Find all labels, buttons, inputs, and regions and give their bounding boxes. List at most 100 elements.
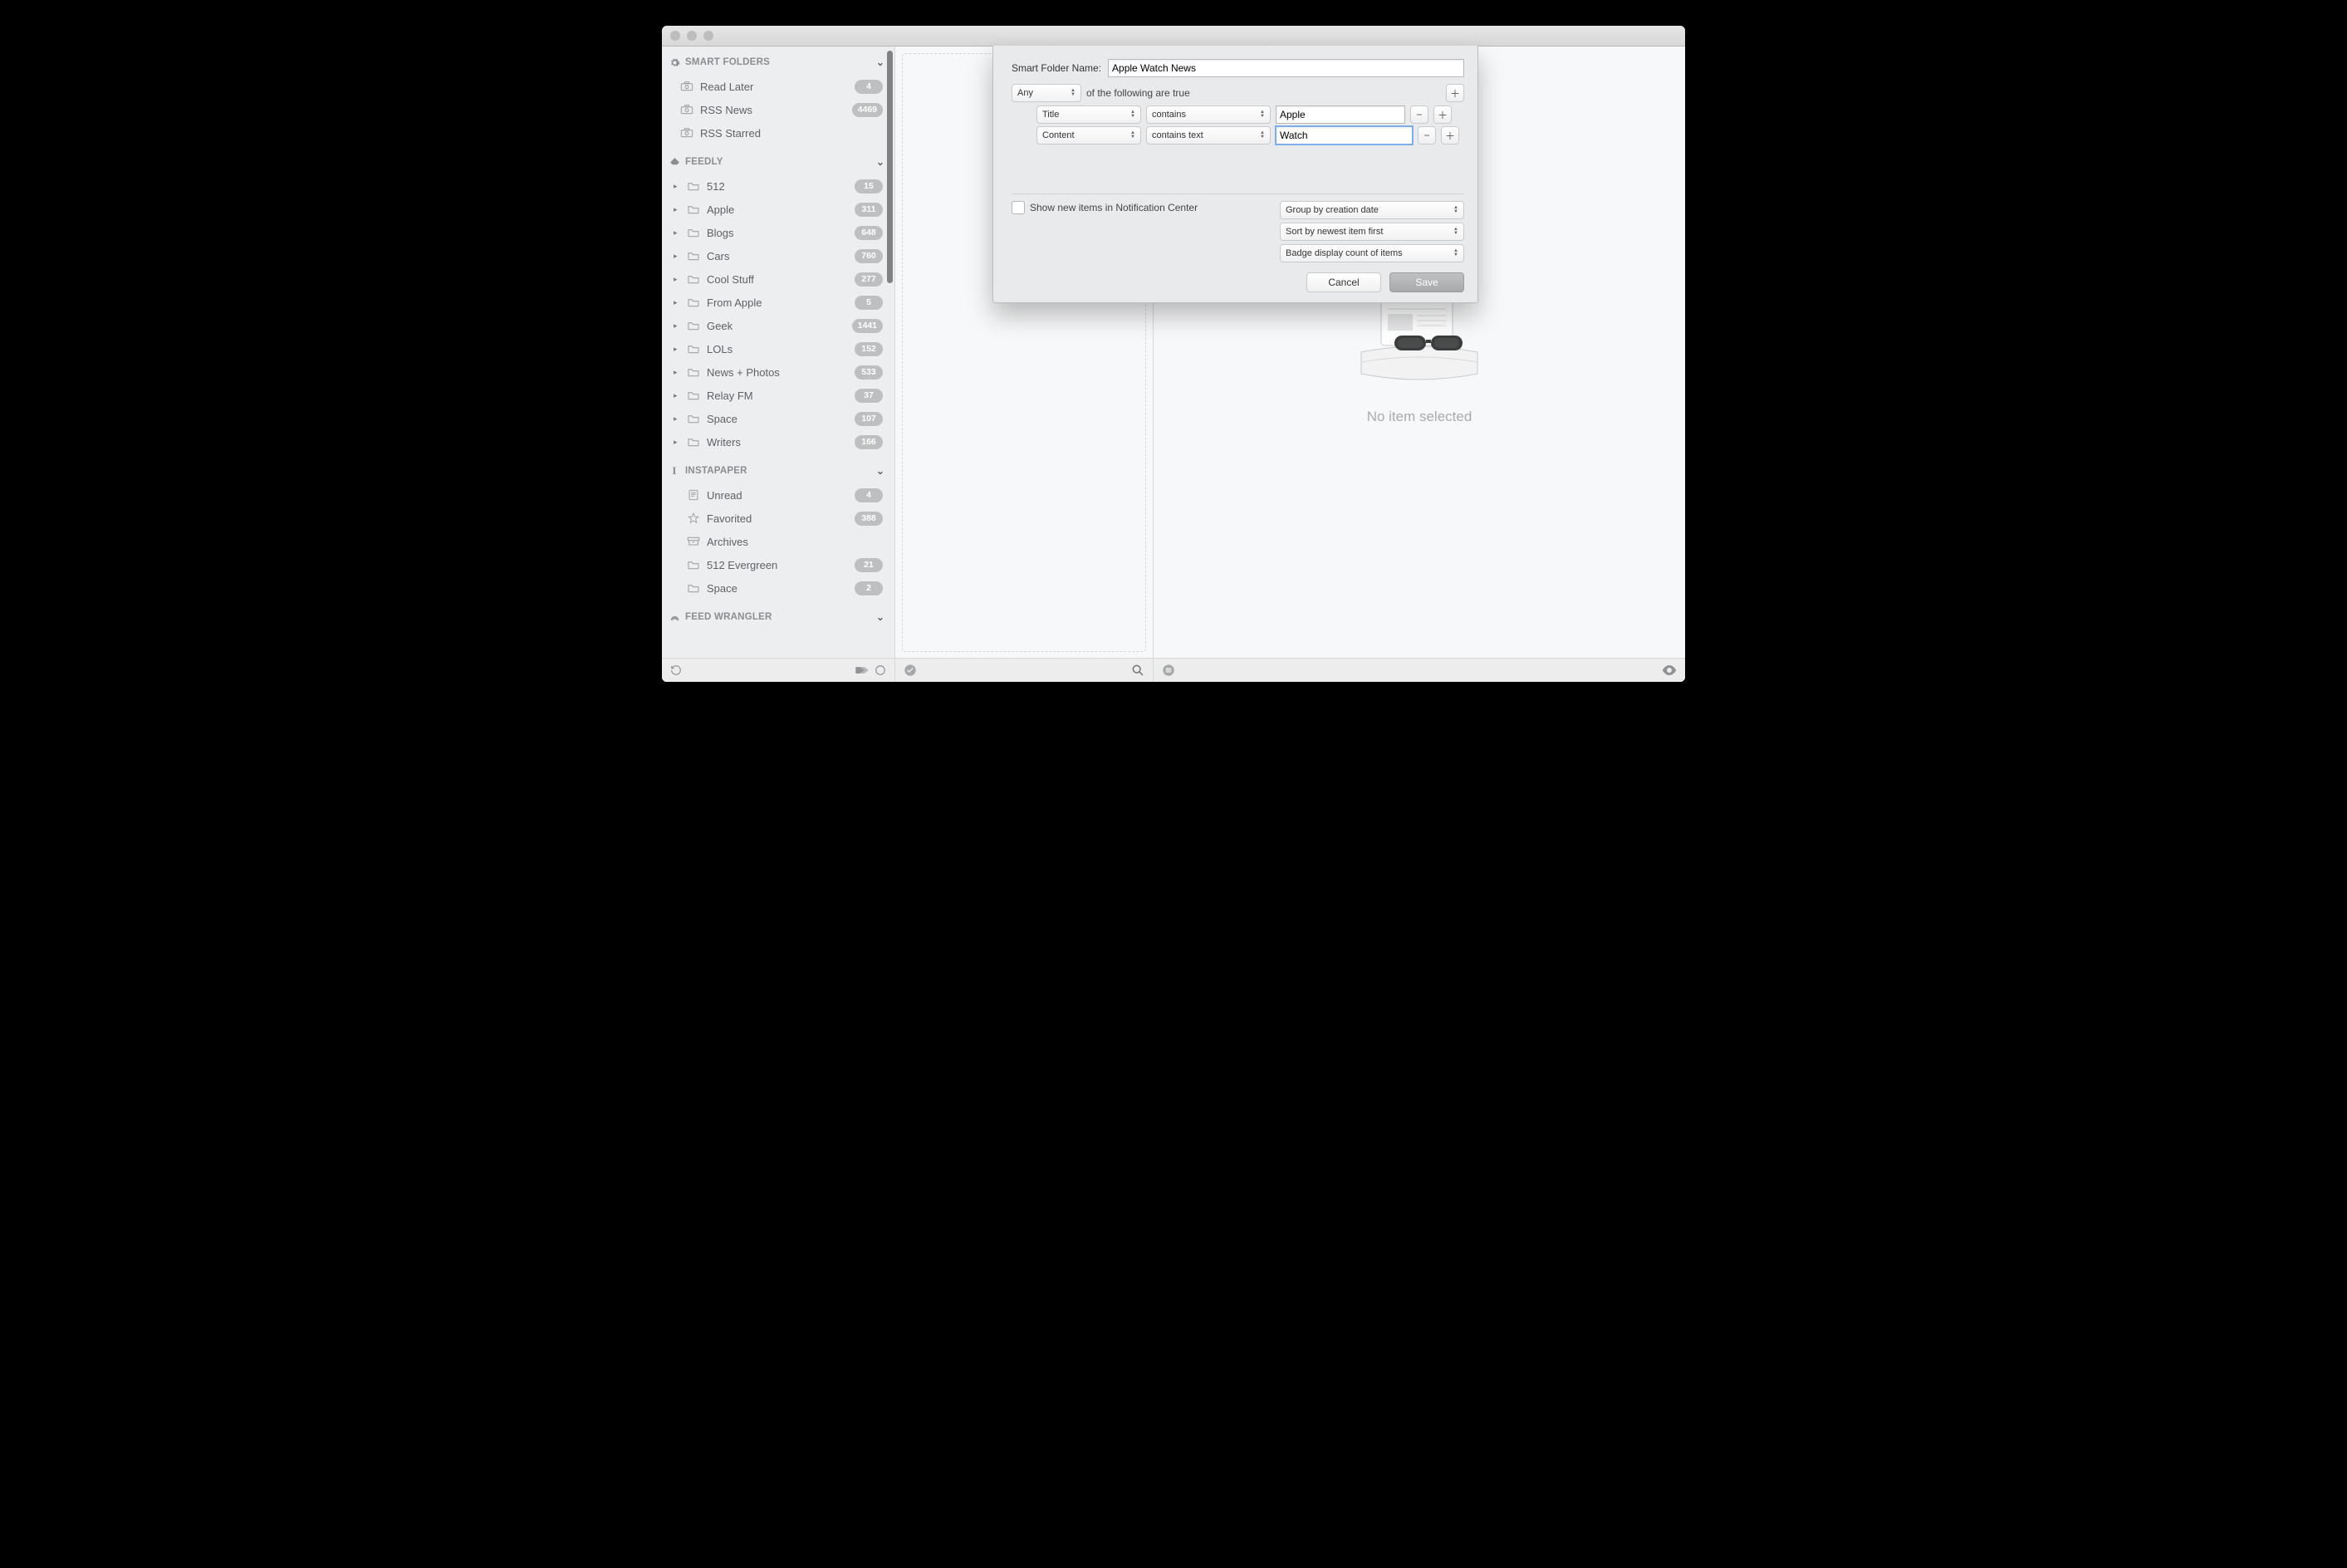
sidebar-item[interactable]: ▸Space2	[662, 576, 894, 600]
save-button[interactable]: Save	[1389, 272, 1464, 292]
rule-op-select[interactable]: contains▲▼	[1146, 105, 1271, 124]
disclosure-triangle-icon[interactable]: ▸	[674, 182, 680, 191]
sidebar-item[interactable]: ▸512 Evergreen21	[662, 553, 894, 576]
folder-icon	[687, 436, 700, 448]
sidebar-item[interactable]: ▸ Cars 760	[662, 244, 894, 267]
circle-icon[interactable]	[875, 664, 886, 676]
match-mode-select[interactable]: Any ▲▼	[1012, 84, 1081, 102]
sidebar-item[interactable]: ▸51215	[662, 174, 894, 198]
section-title: FEEDLY	[685, 157, 875, 167]
rule-value-input[interactable]	[1276, 105, 1405, 124]
chevron-down-icon[interactable]: ⌄	[875, 56, 886, 68]
folder-icon	[687, 320, 700, 331]
sidebar-item[interactable]: ▸Space107	[662, 407, 894, 430]
rule-value-input[interactable]	[1276, 126, 1413, 145]
sidebar-item-label: 512	[707, 180, 848, 193]
folder-icon	[687, 227, 700, 238]
group-by-select[interactable]: Group by creation date▲▼	[1280, 201, 1464, 219]
eye-icon[interactable]	[1662, 664, 1677, 676]
disclosure-triangle-icon[interactable]: ▸	[674, 252, 680, 261]
ip-unread-icon	[687, 489, 700, 501]
sidebar-item[interactable]: RSS Starred	[662, 121, 894, 145]
section-header-instapaper[interactable]: IINSTAPAPER⌄	[662, 458, 894, 483]
sidebar-item-label: Blogs	[707, 227, 848, 239]
sidebar-scrollbar[interactable]	[887, 51, 893, 283]
minimize-dot[interactable]	[687, 31, 697, 41]
sidebar-item[interactable]: RSS News 4469	[662, 98, 894, 121]
rule-field-select[interactable]: Content▲▼	[1036, 126, 1141, 145]
search-icon[interactable]	[1131, 664, 1144, 677]
sidebar-item-label: 512 Evergreen	[707, 559, 848, 571]
sidebar-item[interactable]: ▸Cool Stuff277	[662, 267, 894, 291]
chevron-down-icon[interactable]: ⌄	[875, 465, 886, 477]
notif-checkbox[interactable]	[1012, 201, 1025, 214]
name-input[interactable]	[1108, 59, 1464, 77]
disclosure-triangle-icon[interactable]: ▸	[674, 275, 680, 284]
list-icon[interactable]	[1162, 664, 1175, 677]
chevron-down-icon[interactable]: ⌄	[875, 156, 886, 168]
disclosure-triangle-icon[interactable]: ▸	[674, 345, 680, 354]
disclosure-triangle-icon[interactable]: ▸	[674, 368, 680, 377]
add-rule-button[interactable]: ＋	[1433, 105, 1452, 124]
section-header-feedly[interactable]: FEEDLY⌄	[662, 149, 894, 174]
sidebar-item-label: Cars	[707, 250, 848, 262]
ip-archive-icon	[687, 536, 700, 547]
cancel-button[interactable]: Cancel	[1306, 272, 1381, 292]
close-dot[interactable]	[670, 31, 680, 41]
disclosure-triangle-icon[interactable]: ▸	[674, 298, 680, 307]
disclosure-triangle-icon[interactable]: ▸	[674, 321, 680, 331]
unread-badge: 4469	[852, 103, 883, 117]
sidebar-item-label: Apple	[707, 203, 848, 216]
sidebar-item-label: RSS News	[700, 104, 845, 116]
smart-icon	[680, 104, 693, 115]
disclosure-triangle-icon[interactable]: ▸	[674, 438, 680, 447]
sidebar-item[interactable]: ▸News + Photos533	[662, 360, 894, 384]
add-rule-button[interactable]: ＋	[1446, 84, 1464, 102]
sidebar-item[interactable]: ▸Writers166	[662, 430, 894, 453]
mark-read-icon[interactable]	[904, 664, 917, 677]
badge-mode-select[interactable]: Badge display count of items▲▼	[1280, 244, 1464, 262]
titlebar	[662, 26, 1685, 47]
refresh-icon[interactable]	[670, 664, 682, 676]
sidebar-item[interactable]: Read Later4	[662, 75, 894, 98]
folder-icon	[687, 343, 700, 355]
tags-icon[interactable]	[855, 664, 870, 676]
remove-rule-button[interactable]: −	[1418, 126, 1436, 145]
remove-rule-button[interactable]: −	[1410, 105, 1428, 124]
disclosure-triangle-icon[interactable]: ▸	[674, 205, 680, 214]
sidebar-item[interactable]: ▸Apple311	[662, 198, 894, 221]
section-header-feed-wrangler[interactable]: FEED WRANGLER⌄	[662, 605, 894, 630]
unread-badge: 4	[855, 80, 883, 94]
add-rule-button[interactable]: ＋	[1441, 126, 1459, 145]
sidebar-item[interactable]: ▸LOLs152	[662, 337, 894, 360]
folder-icon	[687, 296, 700, 308]
notif-label: Show new items in Notification Center	[1030, 202, 1198, 213]
zoom-dot[interactable]	[703, 31, 713, 41]
unread-badge: 2	[855, 581, 883, 595]
chevron-down-icon[interactable]: ⌄	[875, 611, 886, 623]
app-window: SMART FOLDERS⌄Read Later4RSS News4469RSS…	[662, 26, 1685, 682]
disclosure-triangle-icon[interactable]: ▸	[674, 228, 680, 238]
sidebar-item[interactable]: ▸Favorited388	[662, 507, 894, 530]
sidebar-item[interactable]: ▸From Apple5	[662, 291, 894, 314]
sidebar-item[interactable]: ▸Relay FM37	[662, 384, 894, 407]
disclosure-triangle-icon[interactable]: ▸	[674, 391, 680, 400]
sidebar-item[interactable]: ▸Archives	[662, 530, 894, 553]
section-header-smart-folders[interactable]: SMART FOLDERS⌄	[662, 50, 894, 75]
sort-by-select[interactable]: Sort by newest item first▲▼	[1280, 223, 1464, 241]
disclosure-triangle-icon[interactable]: ▸	[674, 414, 680, 424]
unread-badge: 648	[855, 226, 883, 240]
sidebar-item[interactable]: ▸Unread4	[662, 483, 894, 507]
smart-icon	[680, 81, 693, 92]
folder-icon	[687, 180, 700, 192]
rule-field-select[interactable]: Title▲▼	[1036, 105, 1141, 124]
folder-icon	[687, 559, 700, 571]
match-tail-label: of the following are true	[1086, 87, 1441, 99]
sidebar-item[interactable]: ▸Geek1441	[662, 314, 894, 337]
rule-op-select[interactable]: contains text▲▼	[1146, 126, 1271, 145]
rule-row: Content▲▼ contains text▲▼ −＋	[1036, 126, 1464, 145]
unread-badge: 760	[855, 249, 883, 263]
sidebar-item[interactable]: ▸ Blogs 648	[662, 221, 894, 244]
sidebar: SMART FOLDERS⌄Read Later4RSS News4469RSS…	[662, 47, 895, 682]
gear-icon	[669, 56, 680, 68]
